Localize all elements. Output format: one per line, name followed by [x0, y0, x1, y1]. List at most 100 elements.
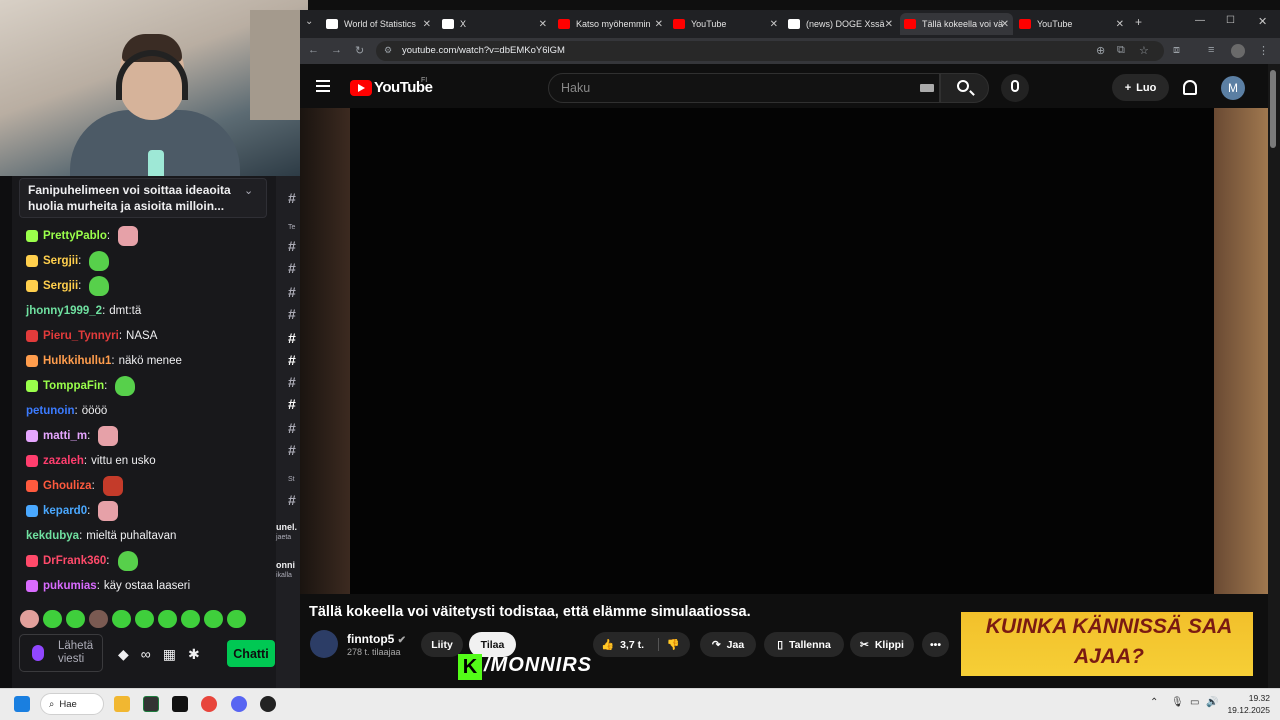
windows-start-icon[interactable]: [14, 696, 30, 712]
channel-avatar[interactable]: [310, 630, 338, 658]
bits-icon[interactable]: ◆: [118, 646, 129, 663]
chat-emote[interactable]: [118, 226, 139, 246]
zoom-icon[interactable]: ⊕: [1096, 44, 1105, 57]
more-menu-icon[interactable]: ⋮: [1258, 44, 1269, 57]
minimize-icon[interactable]: —: [1195, 15, 1205, 26]
taskbar-search[interactable]: ⌕ Hae: [40, 693, 104, 715]
join-button[interactable]: Liity: [421, 632, 463, 657]
save-button[interactable]: ▯ Tallenna: [764, 632, 844, 657]
chat-emote[interactable]: [89, 251, 110, 271]
emote[interactable]: [181, 610, 200, 628]
chat-username[interactable]: TomppaFin: [43, 380, 104, 392]
tray-chevron-icon[interactable]: ⌃: [1150, 697, 1158, 708]
tab-close-icon[interactable]: ✕: [423, 19, 431, 30]
keyboard-icon[interactable]: [920, 84, 934, 92]
video-player[interactable]: [350, 108, 1214, 594]
emote[interactable]: [20, 610, 39, 628]
chat-username[interactable]: Pieru_Tynnyri: [43, 330, 119, 342]
chat-username[interactable]: PrettyPablo: [43, 230, 107, 242]
like-button[interactable]: 👍 3,7 t. 👎: [593, 632, 690, 657]
thumbs-down-icon[interactable]: 👎: [657, 638, 680, 651]
tab-close-icon[interactable]: ✕: [1116, 19, 1124, 30]
back-icon[interactable]: ←: [308, 44, 319, 56]
share-button[interactable]: ↷ Jaa: [700, 632, 756, 657]
scrollbar-thumb[interactable]: [1270, 70, 1276, 148]
tray-mic-icon[interactable]: 🎙: [1171, 697, 1184, 708]
file-explorer-icon[interactable]: [114, 696, 130, 712]
scrollbar[interactable]: [1268, 64, 1280, 688]
chat-username[interactable]: kepard0: [43, 505, 87, 517]
tab-close-icon[interactable]: ✕: [1001, 19, 1009, 30]
chat-emote[interactable]: [89, 276, 110, 296]
chat-username[interactable]: Sergjii: [43, 280, 78, 292]
new-tab-icon[interactable]: +: [1135, 15, 1142, 29]
tab-close-icon[interactable]: ✕: [885, 19, 893, 30]
chat-username[interactable]: pukumias: [43, 580, 97, 592]
maximize-icon[interactable]: ☐: [1226, 15, 1235, 26]
emote[interactable]: [158, 610, 177, 628]
mic-icon[interactable]: [32, 645, 44, 661]
x-app-icon[interactable]: [172, 696, 188, 712]
emote[interactable]: [66, 610, 85, 628]
app-icon[interactable]: [260, 696, 276, 712]
chat-emote[interactable]: [117, 551, 138, 571]
chat-username[interactable]: Ghouliza: [43, 480, 92, 492]
chat-username[interactable]: Hulkkihullu1: [43, 355, 111, 367]
media-icon[interactable]: ≡: [1208, 44, 1214, 56]
emote[interactable]: [204, 610, 223, 628]
channel-name[interactable]: finntop5 ✔: [347, 632, 406, 646]
chat-username[interactable]: kekdubya: [26, 530, 79, 542]
pinned-message[interactable]: Fanipuhelimeen voi soittaa ideaoita huol…: [19, 178, 267, 218]
forward-icon[interactable]: →: [331, 44, 342, 56]
chat-send-button[interactable]: Chatti: [227, 640, 275, 667]
emote[interactable]: [89, 610, 108, 628]
chat-username[interactable]: matti_m: [43, 430, 87, 442]
browser-tab[interactable]: (news) DOGE Xssä ✕: [784, 13, 897, 35]
emote[interactable]: [112, 610, 131, 628]
chrome-icon[interactable]: [201, 696, 217, 712]
browser-tab[interactable]: YouTube ✕: [669, 13, 782, 35]
create-button[interactable]: + Luo: [1112, 74, 1169, 101]
chat-emote[interactable]: [98, 501, 119, 521]
star-icon[interactable]: ☆: [1139, 44, 1149, 57]
chat-username[interactable]: petunoin: [26, 405, 75, 417]
browser-tab[interactable]: World of Statistics ✕: [322, 13, 435, 35]
tab-list-icon[interactable]: ⌄: [305, 16, 313, 27]
emote[interactable]: [43, 610, 62, 628]
emote-bar[interactable]: [20, 610, 260, 630]
discord-icon[interactable]: [231, 696, 247, 712]
chat-emote[interactable]: [98, 426, 119, 446]
search-input[interactable]: [548, 73, 940, 103]
network-icon[interactable]: ▭: [1190, 697, 1199, 708]
chat-emote[interactable]: [102, 476, 123, 496]
chat-emote[interactable]: [115, 376, 136, 396]
browser-tab[interactable]: X ✕: [438, 13, 551, 35]
gear-icon[interactable]: ✱: [188, 646, 200, 663]
reload-icon[interactable]: ↻: [355, 44, 364, 57]
chat-username[interactable]: Sergjii: [43, 255, 78, 267]
tab-close-icon[interactable]: ✕: [539, 19, 547, 30]
chat-username[interactable]: DrFrank360: [43, 555, 106, 567]
clock-time[interactable]: 19.32: [1244, 693, 1270, 703]
profile-icon[interactable]: [1231, 44, 1245, 58]
chat-username[interactable]: jhonny1999_2: [26, 305, 102, 317]
site-info-icon[interactable]: ⚙: [384, 45, 392, 56]
tab-close-icon[interactable]: ✕: [770, 19, 778, 30]
extensions-icon[interactable]: ⧈: [1173, 44, 1180, 57]
infinity-icon[interactable]: ∞: [141, 646, 151, 662]
clock-date[interactable]: 19.12.2025: [1226, 705, 1270, 715]
avatar[interactable]: M: [1221, 76, 1245, 100]
browser-tab[interactable]: YouTube ✕: [1015, 13, 1128, 35]
tab-close-icon[interactable]: ✕: [655, 19, 663, 30]
emote[interactable]: [227, 610, 246, 628]
volume-icon[interactable]: 🔊: [1206, 697, 1218, 708]
hamburger-icon[interactable]: [316, 80, 330, 94]
browser-tab[interactable]: Tällä kokeella voi vä ✕: [900, 13, 1013, 35]
store-icon[interactable]: ▦: [163, 646, 176, 663]
cast-icon[interactable]: ⧉: [1117, 44, 1125, 57]
close-window-icon[interactable]: ✕: [1258, 15, 1267, 28]
browser-tab[interactable]: Katso myöhemmin ✕: [554, 13, 667, 35]
chat-username[interactable]: zazaleh: [43, 455, 84, 467]
emote[interactable]: [135, 610, 154, 628]
more-actions-button[interactable]: •••: [922, 632, 949, 657]
